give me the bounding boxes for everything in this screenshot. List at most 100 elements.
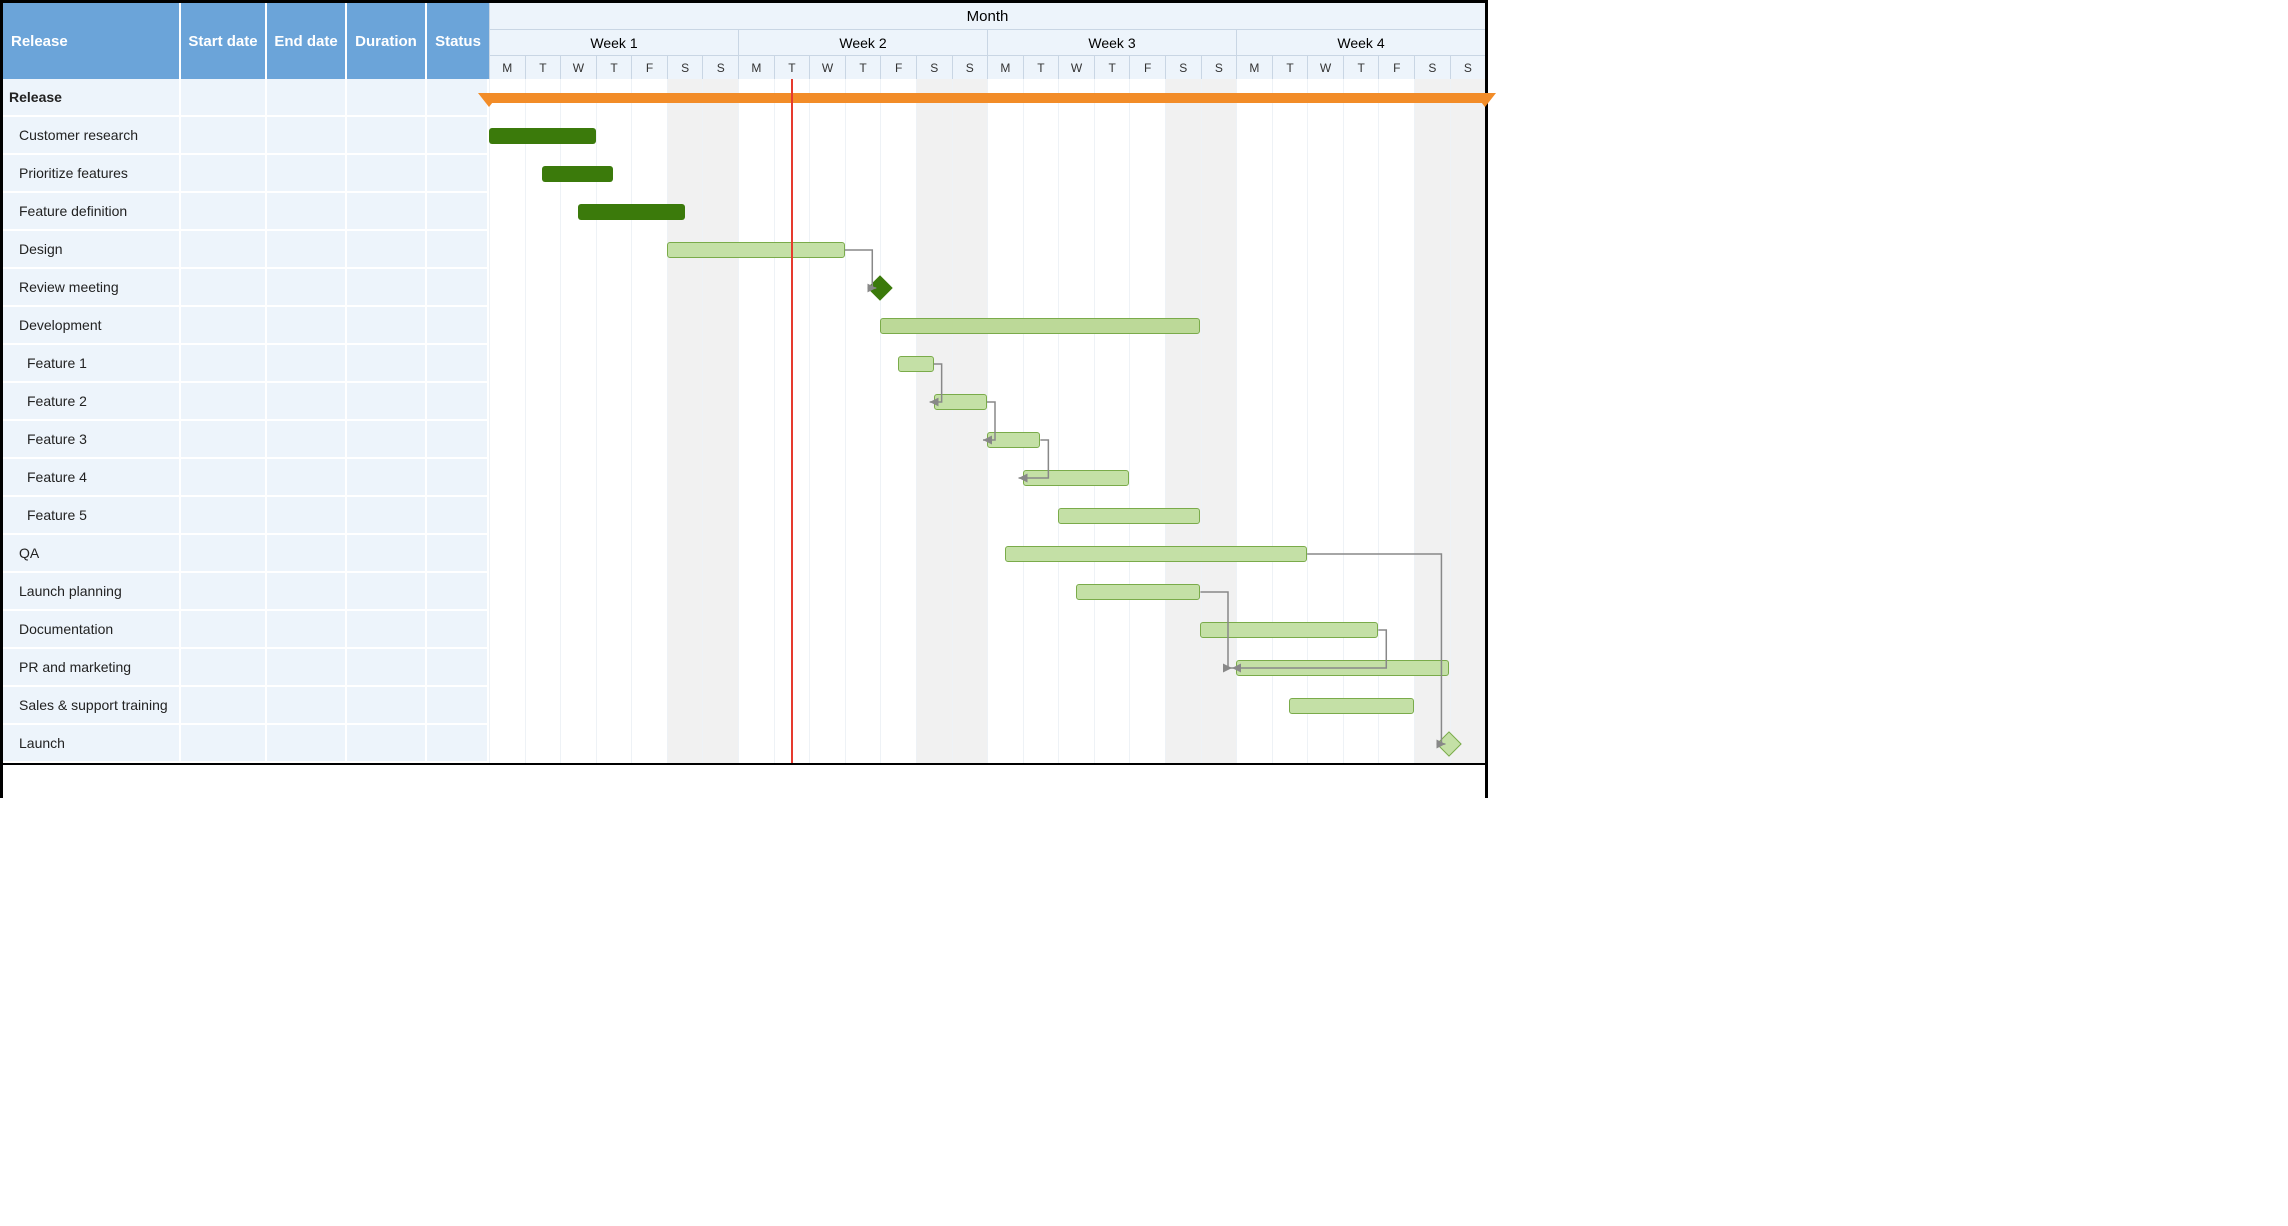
timeline-row xyxy=(489,687,1485,725)
task-status xyxy=(427,459,489,497)
task-bar xyxy=(934,394,987,410)
task-end xyxy=(267,345,347,383)
task-duration xyxy=(347,79,427,117)
task-name: Review meeting xyxy=(3,269,181,307)
task-row: Launch planning xyxy=(3,573,489,611)
task-bar xyxy=(1236,660,1449,676)
task-status xyxy=(427,307,489,345)
col-header-end: End date xyxy=(267,3,347,79)
summary-start-triangle xyxy=(478,93,500,107)
task-row: Design xyxy=(3,231,489,269)
day-header: W xyxy=(560,56,596,79)
timeline-row xyxy=(489,649,1485,687)
day-header: T xyxy=(845,56,881,79)
task-row: Feature 4 xyxy=(3,459,489,497)
task-duration xyxy=(347,497,427,535)
timeline-area xyxy=(489,79,1485,763)
task-bar xyxy=(987,432,1040,448)
task-start xyxy=(181,497,267,535)
task-status xyxy=(427,117,489,155)
day-header: F xyxy=(631,56,667,79)
task-start xyxy=(181,535,267,573)
task-duration xyxy=(347,421,427,459)
timeline-row xyxy=(489,117,1485,155)
day-header: F xyxy=(880,56,916,79)
header-left: Release Start date End date Duration Sta… xyxy=(3,3,489,79)
task-start xyxy=(181,307,267,345)
task-row: Development xyxy=(3,307,489,345)
day-header: S xyxy=(1414,56,1450,79)
task-status xyxy=(427,193,489,231)
task-row: Feature 2 xyxy=(3,383,489,421)
day-header: W xyxy=(1307,56,1343,79)
task-duration xyxy=(347,117,427,155)
task-end xyxy=(267,269,347,307)
task-end xyxy=(267,497,347,535)
timeline-row xyxy=(489,231,1485,269)
task-duration xyxy=(347,307,427,345)
task-duration xyxy=(347,193,427,231)
task-name: Customer research xyxy=(3,117,181,155)
col-header-status: Status xyxy=(427,3,489,79)
task-row: Documentation xyxy=(3,611,489,649)
task-bar xyxy=(489,128,596,144)
timeline-row xyxy=(489,307,1485,345)
task-bar xyxy=(667,242,845,258)
task-name: PR and marketing xyxy=(3,649,181,687)
task-start xyxy=(181,345,267,383)
task-bar xyxy=(1005,546,1307,562)
task-name: Feature 5 xyxy=(3,497,181,535)
day-header: S xyxy=(916,56,952,79)
summary-end-triangle xyxy=(1474,93,1496,107)
task-start xyxy=(181,725,267,763)
day-header: M xyxy=(489,56,525,79)
task-end xyxy=(267,649,347,687)
timeline-row xyxy=(489,497,1485,535)
task-end xyxy=(267,117,347,155)
task-status xyxy=(427,155,489,193)
task-end xyxy=(267,687,347,725)
task-status xyxy=(427,725,489,763)
milestone-icon xyxy=(1437,731,1462,756)
task-start xyxy=(181,117,267,155)
timeline-row xyxy=(489,573,1485,611)
day-header: F xyxy=(1378,56,1414,79)
task-row: Feature 3 xyxy=(3,421,489,459)
task-row: PR and marketing xyxy=(3,649,489,687)
task-start xyxy=(181,459,267,497)
day-header: T xyxy=(1094,56,1130,79)
task-status xyxy=(427,611,489,649)
task-status xyxy=(427,535,489,573)
task-row: Feature 5 xyxy=(3,497,489,535)
task-end xyxy=(267,79,347,117)
task-start xyxy=(181,421,267,459)
task-duration xyxy=(347,459,427,497)
task-row: Review meeting xyxy=(3,269,489,307)
task-end xyxy=(267,193,347,231)
task-end xyxy=(267,611,347,649)
week-header: Week 3 xyxy=(987,30,1236,56)
day-header: M xyxy=(738,56,774,79)
timeline-row xyxy=(489,269,1485,307)
task-bar xyxy=(1289,698,1414,714)
day-header: S xyxy=(1165,56,1201,79)
task-duration xyxy=(347,383,427,421)
day-header: T xyxy=(596,56,632,79)
day-header: W xyxy=(1058,56,1094,79)
task-names-column: ReleaseCustomer researchPrioritize featu… xyxy=(3,79,489,763)
task-end xyxy=(267,231,347,269)
task-name: Launch xyxy=(3,725,181,763)
task-end xyxy=(267,459,347,497)
gantt-body: ReleaseCustomer researchPrioritize featu… xyxy=(3,79,1485,763)
timeline-row xyxy=(489,383,1485,421)
timeline-row xyxy=(489,535,1485,573)
day-header: W xyxy=(809,56,845,79)
task-status xyxy=(427,345,489,383)
week-header: Week 4 xyxy=(1236,30,1485,56)
task-start xyxy=(181,687,267,725)
task-end xyxy=(267,573,347,611)
timeline-row xyxy=(489,611,1485,649)
task-name: Documentation xyxy=(3,611,181,649)
task-row: Release xyxy=(3,79,489,117)
task-duration xyxy=(347,345,427,383)
